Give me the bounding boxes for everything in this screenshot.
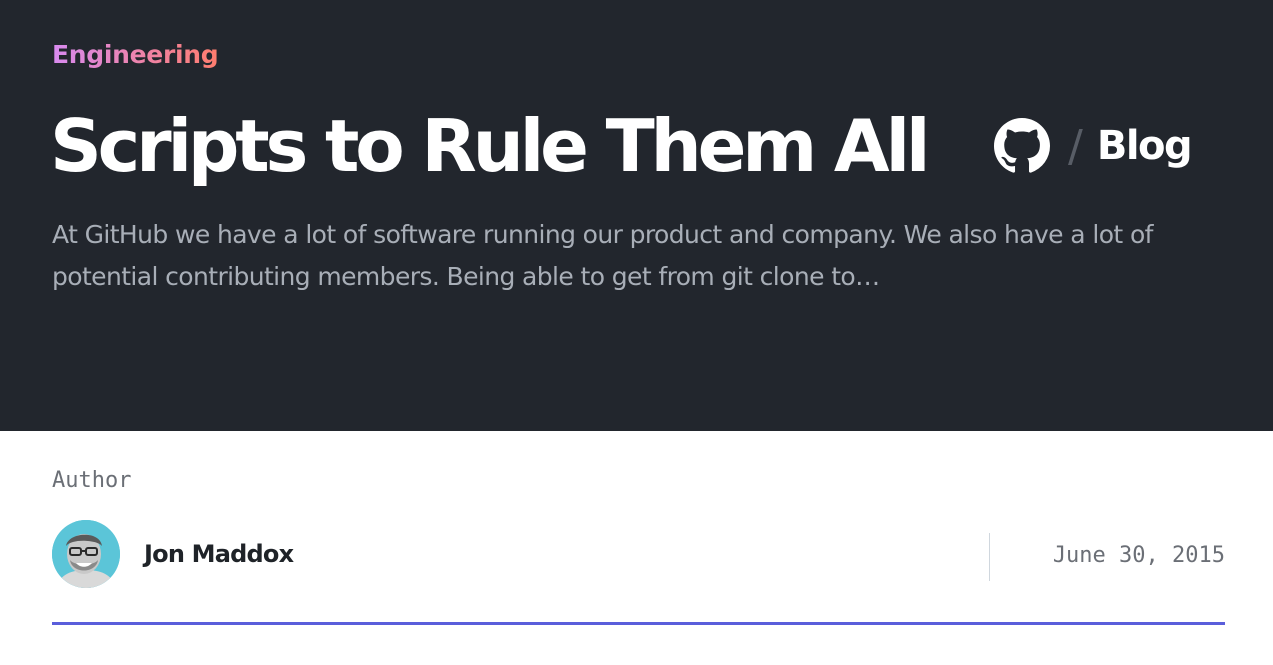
category-link[interactable]: Engineering [52, 40, 219, 69]
brand-blog-label: Blog [1096, 123, 1193, 169]
post-title: Scripts to Rule Them All [50, 104, 931, 188]
person-avatar-icon [52, 520, 120, 588]
github-octocat-icon [994, 118, 1050, 173]
accent-underline [52, 622, 1225, 625]
post-date: June 30, 2015 [1052, 543, 1225, 568]
author-name-link[interactable]: Jon Maddox [144, 540, 294, 568]
post-excerpt: At GitHub we have a lot of software runn… [52, 220, 1153, 291]
author-avatar[interactable] [52, 520, 120, 588]
blog-brand-link[interactable]: / Blog [994, 116, 1193, 176]
post-hero: Engineering Scripts to Rule Them All / B… [0, 0, 1273, 431]
author-heading: Author [52, 468, 132, 493]
meta-divider [989, 533, 990, 581]
brand-separator: / [1068, 120, 1083, 172]
